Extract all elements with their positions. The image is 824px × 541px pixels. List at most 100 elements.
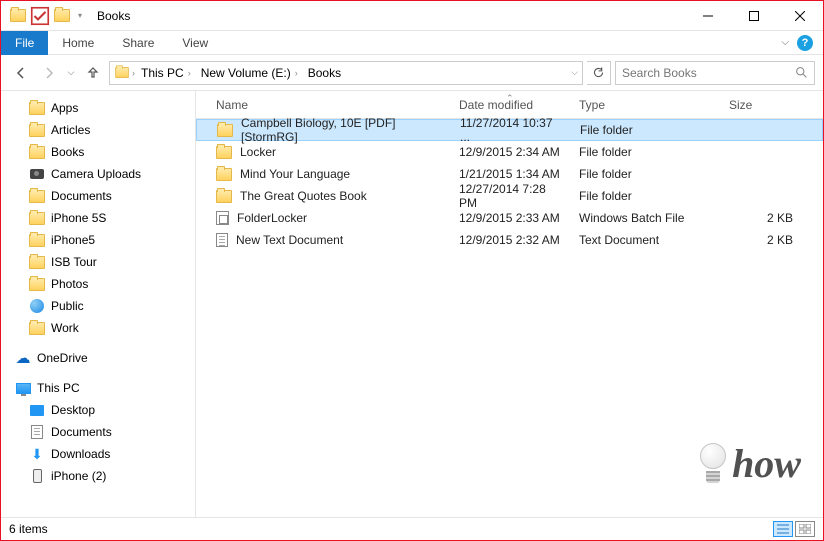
tree-item[interactable]: Documents bbox=[1, 185, 195, 207]
qat-dropdown-icon[interactable]: ▾ bbox=[73, 5, 87, 27]
tab-home[interactable]: Home bbox=[48, 31, 108, 55]
tree-item[interactable]: Books bbox=[1, 141, 195, 163]
file-row[interactable]: The Great Quotes Book 12/27/2014 7:28 PM… bbox=[196, 185, 823, 207]
folder-icon bbox=[29, 188, 45, 204]
thumbnails-view-button[interactable] bbox=[795, 521, 815, 537]
file-name: The Great Quotes Book bbox=[240, 189, 367, 203]
file-name: FolderLocker bbox=[237, 211, 307, 225]
breadcrumb: New Volume (E:)› bbox=[197, 66, 302, 80]
tree-item[interactable]: ⬇Downloads bbox=[1, 443, 195, 465]
back-button[interactable] bbox=[9, 61, 33, 85]
cloud-icon: ☁ bbox=[15, 350, 31, 366]
address-bar[interactable]: › This PC› New Volume (E:)› Books ⌵ bbox=[109, 61, 583, 85]
window-title: Books bbox=[97, 9, 685, 23]
tab-file[interactable]: File bbox=[1, 31, 48, 55]
recent-dropdown-icon[interactable]: ⌵ bbox=[65, 61, 77, 85]
file-size: 2 KB bbox=[721, 211, 801, 225]
col-type[interactable]: Type bbox=[571, 98, 721, 112]
folder-icon bbox=[217, 124, 233, 137]
details-view-button[interactable] bbox=[773, 521, 793, 537]
file-type: File folder bbox=[571, 145, 721, 159]
tree-onedrive[interactable]: ☁OneDrive bbox=[1, 347, 195, 369]
folder-icon bbox=[29, 276, 45, 292]
refresh-button[interactable] bbox=[587, 61, 611, 85]
tree-item[interactable]: iPhone 5S bbox=[1, 207, 195, 229]
col-size[interactable]: Size bbox=[721, 98, 801, 112]
title-bar: ▾ Books bbox=[1, 1, 823, 31]
folder-icon bbox=[29, 232, 45, 248]
tree-item[interactable]: Documents bbox=[1, 421, 195, 443]
tree-item[interactable]: ISB Tour bbox=[1, 251, 195, 273]
file-date: 12/9/2015 2:33 AM bbox=[451, 211, 571, 225]
file-date: 12/9/2015 2:34 AM bbox=[451, 145, 571, 159]
tree-thispc[interactable]: This PC bbox=[1, 377, 195, 399]
phone-icon bbox=[29, 468, 45, 484]
desktop-icon bbox=[29, 402, 45, 418]
tree-item[interactable]: iPhone5 bbox=[1, 229, 195, 251]
col-name[interactable]: Name bbox=[196, 98, 451, 112]
tree-item[interactable]: Photos bbox=[1, 273, 195, 295]
download-icon: ⬇ bbox=[29, 446, 45, 462]
addr-folder-icon bbox=[115, 67, 129, 78]
tab-view[interactable]: View bbox=[168, 31, 222, 55]
tree-item[interactable]: Desktop bbox=[1, 399, 195, 421]
folder-icon bbox=[216, 190, 232, 203]
bat-icon bbox=[216, 211, 229, 225]
up-button[interactable] bbox=[81, 61, 105, 85]
camera-icon bbox=[29, 166, 45, 182]
txt-icon bbox=[216, 233, 228, 247]
breadcrumb: Books bbox=[304, 66, 345, 80]
address-bar-row: ⌵ › This PC› New Volume (E:)› Books ⌵ bbox=[1, 55, 823, 91]
qat-newfolder-icon[interactable] bbox=[51, 5, 73, 27]
file-name: Locker bbox=[240, 145, 276, 159]
folder-icon bbox=[29, 144, 45, 160]
file-type: File folder bbox=[571, 167, 721, 181]
file-name: Mind Your Language bbox=[240, 167, 350, 181]
file-date: 1/21/2015 1:34 AM bbox=[451, 167, 571, 181]
forward-button[interactable] bbox=[37, 61, 61, 85]
ribbon-chevron-icon[interactable]: ⌵ bbox=[781, 37, 789, 48]
minimize-button[interactable] bbox=[685, 1, 731, 30]
search-input[interactable] bbox=[622, 66, 789, 80]
maximize-button[interactable] bbox=[731, 1, 777, 30]
qat-properties-icon[interactable] bbox=[29, 5, 51, 27]
file-type: Text Document bbox=[571, 233, 721, 247]
folder-icon bbox=[29, 122, 45, 138]
file-type: Windows Batch File bbox=[571, 211, 721, 225]
folder-icon bbox=[7, 5, 29, 27]
folder-icon bbox=[29, 100, 45, 116]
breadcrumb: This PC› bbox=[137, 66, 195, 80]
nav-tree[interactable]: AppsArticlesBooksCamera UploadsDocuments… bbox=[1, 91, 196, 517]
close-button[interactable] bbox=[777, 1, 823, 30]
file-row[interactable]: Locker 12/9/2015 2:34 AM File folder bbox=[196, 141, 823, 163]
tree-item[interactable]: Apps bbox=[1, 97, 195, 119]
help-icon[interactable]: ? bbox=[797, 35, 813, 51]
addr-dropdown-icon[interactable]: ⌵ bbox=[571, 67, 578, 78]
file-name: New Text Document bbox=[236, 233, 343, 247]
file-size: 2 KB bbox=[721, 233, 801, 247]
tree-item[interactable]: Articles bbox=[1, 119, 195, 141]
item-count: 6 items bbox=[9, 522, 48, 536]
file-name: Campbell Biology, 10E [PDF] [StormRG] bbox=[241, 116, 444, 144]
tree-item[interactable]: Camera Uploads bbox=[1, 163, 195, 185]
status-bar: 6 items bbox=[1, 517, 823, 540]
file-date: 12/9/2015 2:32 AM bbox=[451, 233, 571, 247]
ribbon: File Home Share View ⌵ ? bbox=[1, 31, 823, 55]
doc-icon bbox=[29, 424, 45, 440]
file-row[interactable]: Campbell Biology, 10E [PDF] [StormRG] 11… bbox=[196, 119, 823, 141]
folder-icon bbox=[216, 168, 232, 181]
tab-share[interactable]: Share bbox=[108, 31, 168, 55]
tree-item[interactable]: Work bbox=[1, 317, 195, 339]
folder-icon bbox=[29, 320, 45, 336]
file-date: 11/27/2014 10:37 ... bbox=[452, 116, 572, 144]
file-row[interactable]: FolderLocker 12/9/2015 2:33 AM Windows B… bbox=[196, 207, 823, 229]
file-type: File folder bbox=[571, 189, 721, 203]
file-date: 12/27/2014 7:28 PM bbox=[451, 182, 571, 210]
tree-item[interactable]: iPhone (2) bbox=[1, 465, 195, 487]
file-list: ⌃ Name Date modified Type Size Campbell … bbox=[196, 91, 823, 517]
search-box[interactable] bbox=[615, 61, 815, 85]
column-headers: ⌃ Name Date modified Type Size bbox=[196, 91, 823, 119]
watermark: how bbox=[698, 440, 801, 487]
file-row[interactable]: New Text Document 12/9/2015 2:32 AM Text… bbox=[196, 229, 823, 251]
tree-item[interactable]: Public bbox=[1, 295, 195, 317]
